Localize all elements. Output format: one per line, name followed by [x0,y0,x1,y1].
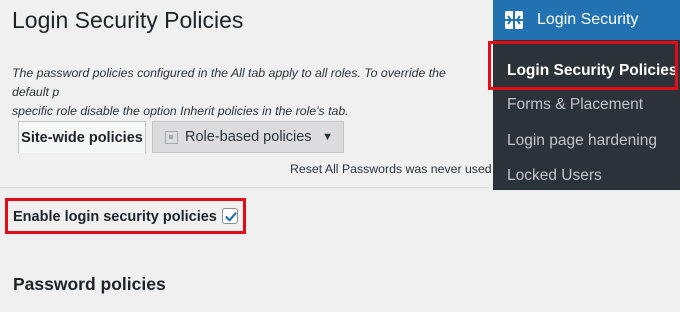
checkmark-icon [225,212,237,222]
menu-item-login-page-hardening[interactable]: Login page hardening [507,132,657,150]
tab-role-based-label: Role-based policies [185,129,312,145]
menu-title: Login Security [537,11,639,28]
password-policies-heading: Password policies [13,274,166,294]
divider [0,187,490,188]
page-description: The password policies configured in the … [12,64,482,121]
page-title: Login Security Policies [12,7,244,33]
reset-passwords-status: Reset All Passwords was never used [290,162,492,176]
dropdown-arrow-icon[interactable]: ▼ [322,131,333,143]
menu-item-forms-placement[interactable]: Forms & Placement [507,96,643,114]
tab-site-wide-policies[interactable]: Site-wide policies [18,121,146,153]
enable-policies-label: Enable login security policies [13,209,217,225]
menu-item-locked-users[interactable]: Locked Users [507,167,602,185]
login-security-plugin-icon [505,11,523,29]
menu-highlight-box [488,41,678,90]
login-security-submenu: Login Security Login Security Policies F… [493,0,680,190]
role-icon [165,130,178,144]
enable-policies-checkbox[interactable] [222,208,238,224]
tab-role-based-policies[interactable]: Role-based policies ▼ [152,121,344,153]
description-line-1: The password policies configured in the … [12,66,446,99]
menu-header[interactable]: Login Security [493,0,680,40]
description-line-2: specific role disable the option Inherit… [12,104,349,118]
